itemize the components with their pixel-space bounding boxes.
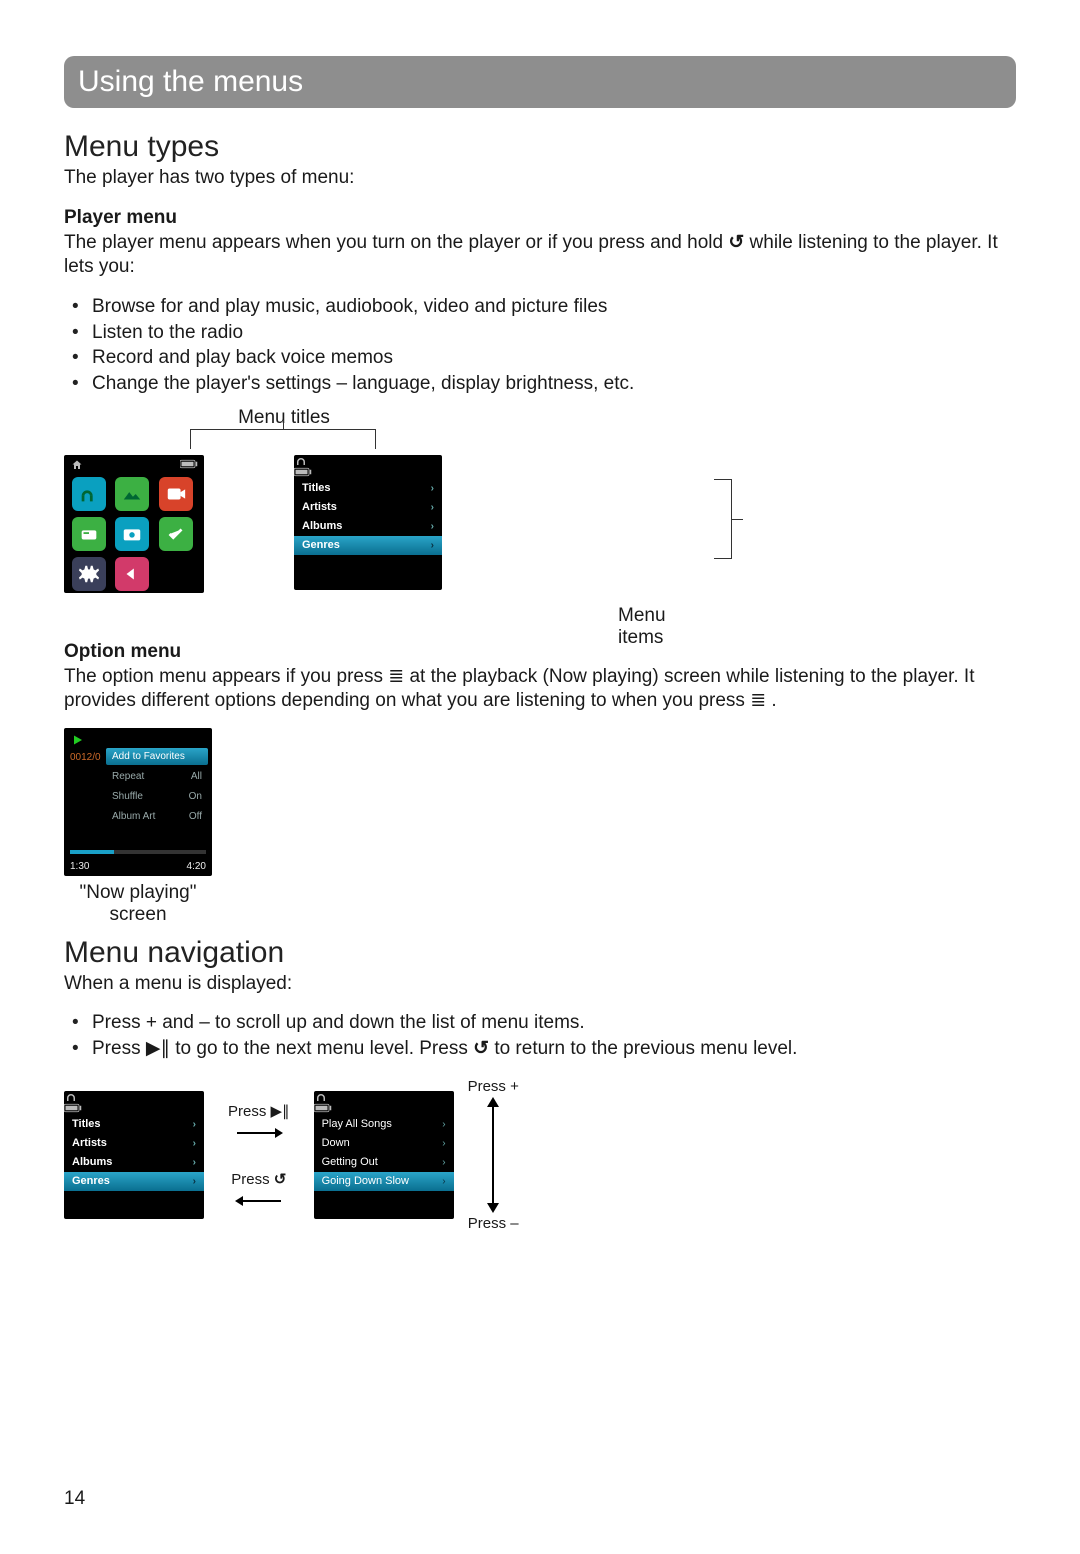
nav-screen-left: Titles› Artists› Albums› Genres› <box>64 1091 204 1219</box>
camera-icon <box>115 517 149 551</box>
option-rows: RepeatAll ShuffleOn Album ArtOff <box>106 768 208 828</box>
player-home-screen: Music <box>64 455 204 593</box>
player-list-screen: Titles› Artists› Albums› Genres› <box>294 455 442 590</box>
player-menu-desc: The player menu appears when you turn on… <box>64 231 1016 280</box>
menu-nav-bullets: Press + and – to scroll up and down the … <box>64 1010 1016 1061</box>
menu-row: Play All Songs› <box>314 1115 454 1134</box>
device-screens-row: Music Titles› Artists› Albums› Genres› M… <box>64 455 1016 593</box>
menu-row-titles: Titles› <box>294 479 442 498</box>
press-back-label: Press ↺ <box>231 1170 286 1188</box>
back-icon: ↺ <box>728 232 744 253</box>
menu-nav-intro: When a menu is displayed: <box>64 972 1016 997</box>
menu-types-intro: The player has two types of menu: <box>64 166 1016 191</box>
back-icon: ↺ <box>274 1171 287 1188</box>
option-row-shuffle: ShuffleOn <box>106 788 208 808</box>
menu-row-genres: Genres› <box>294 536 442 555</box>
player-menu-bullets: Browse for and play music, audiobook, vi… <box>64 294 1016 397</box>
menu-row: Down› <box>314 1134 454 1153</box>
status-bar <box>294 455 442 477</box>
press-minus-label: Press – <box>468 1215 519 1232</box>
option-menu-desc: The option menu appears if you press ≣ a… <box>64 665 1016 714</box>
list-screen-wrap: Titles› Artists› Albums› Genres› Menu it… <box>294 455 442 590</box>
chevron-right-icon: › <box>431 502 434 513</box>
video-icon <box>159 477 193 511</box>
page-title: Using the menus <box>78 65 303 99</box>
status-bar <box>64 1091 204 1113</box>
check-icon <box>159 517 193 551</box>
bracket-right <box>714 479 732 559</box>
page-number: 14 <box>64 1488 85 1510</box>
page-header: Using the menus <box>64 56 1016 108</box>
back-tile-icon <box>115 557 149 591</box>
battery-icon <box>314 1103 332 1113</box>
section-heading-menu-types: Menu types <box>64 130 1016 164</box>
now-playing-screen: 0012/0 Add to Favorites RepeatAll Shuffl… <box>64 728 212 876</box>
play-pause-icon: ▶∥ <box>271 1103 290 1120</box>
arrow-left-icon <box>235 1194 283 1208</box>
radio-icon <box>72 517 106 551</box>
press-plus-label: Press + <box>468 1078 519 1095</box>
list-item: Press + and – to scroll up and down the … <box>64 1010 1016 1036</box>
chevron-right-icon: › <box>431 521 434 532</box>
double-arrow-vertical-icon <box>486 1097 500 1213</box>
arrow-right-icon <box>235 1126 283 1140</box>
nav-screen-right: Play All Songs› Down› Getting Out› Going… <box>314 1091 454 1219</box>
menu-row: Genres› <box>64 1172 204 1191</box>
settings-icon <box>72 557 106 591</box>
press-play-label: Press ▶∥ <box>228 1102 290 1120</box>
menu-row: Going Down Slow› <box>314 1172 454 1191</box>
menu-items-caption: Menu items <box>618 605 666 649</box>
time-labels: 1:304:20 <box>70 861 206 872</box>
option-row-albumart: Album ArtOff <box>106 808 208 828</box>
list-item: Browse for and play music, audiobook, vi… <box>64 294 1016 320</box>
menu-icon: ≣ <box>388 666 404 687</box>
status-bar <box>314 1091 454 1113</box>
headphones-icon <box>294 455 308 467</box>
battery-icon <box>294 467 312 477</box>
headphones-icon <box>314 1091 328 1103</box>
battery-icon <box>180 459 198 469</box>
headphones-icon <box>64 1091 78 1103</box>
option-add-favorites: Add to Favorites <box>106 748 208 765</box>
list-item: Listen to the radio <box>64 320 1016 346</box>
track-counter: 0012/0 <box>70 752 101 763</box>
menu-row: Titles› <box>64 1115 204 1134</box>
chevron-right-icon: › <box>431 540 434 551</box>
home-icon <box>70 459 84 471</box>
menu-list: Titles› Artists› Albums› Genres› <box>294 477 442 555</box>
section-heading-menu-nav: Menu navigation <box>64 936 1016 970</box>
list-item: Change the player's settings – language,… <box>64 371 1016 397</box>
menu-titles-caption: Menu titles <box>204 407 364 429</box>
play-pause-icon: ▶∥ <box>146 1038 170 1059</box>
chevron-right-icon: › <box>431 483 434 494</box>
menu-row-albums: Albums› <box>294 517 442 536</box>
option-row-repeat: RepeatAll <box>106 768 208 788</box>
battery-icon <box>64 1103 82 1113</box>
play-icon <box>72 734 84 746</box>
player-menu-label: Player menu <box>64 207 1016 229</box>
now-playing-caption: "Now playing" screen <box>64 882 212 926</box>
menu-row: Albums› <box>64 1153 204 1172</box>
list-item: Press ▶∥ to go to the next menu level. P… <box>64 1036 1016 1062</box>
list-item: Record and play back voice memos <box>64 345 1016 371</box>
pictures-icon <box>115 477 149 511</box>
status-bar <box>64 455 204 473</box>
menu-row: Artists› <box>64 1134 204 1153</box>
bracket-top <box>190 429 376 449</box>
menu-icon: ≣ <box>750 690 766 711</box>
option-menu-label: Option menu <box>64 641 1016 663</box>
music-icon <box>72 477 106 511</box>
nav-plus-minus: Press + Press – <box>468 1078 519 1232</box>
nav-arrows-center: Press ▶∥ Press ↺ <box>228 1102 290 1208</box>
progress-bar <box>70 850 206 854</box>
back-icon: ↺ <box>473 1038 489 1059</box>
nav-diagram: Titles› Artists› Albums› Genres› Press ▶… <box>64 1078 1016 1232</box>
menu-row-artists: Artists› <box>294 498 442 517</box>
menu-row: Getting Out› <box>314 1153 454 1172</box>
